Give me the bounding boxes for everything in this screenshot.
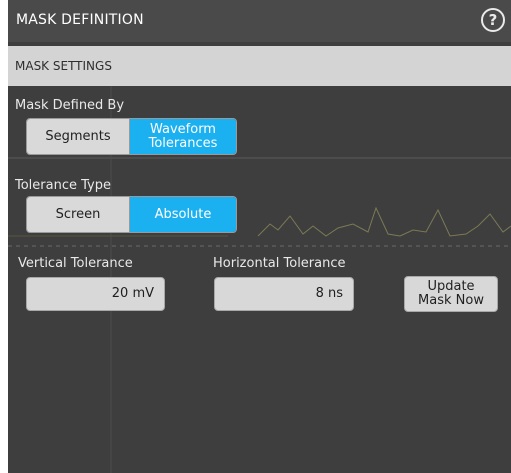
section-header: MASK SETTINGS [8,46,511,86]
mask-definition-panel: MASK DEFINITION ? MASK SETTINGS Mask Def… [8,0,511,473]
title-bar: MASK DEFINITION ? [8,0,511,42]
update-mask-now-button[interactable]: Update Mask Now [404,276,498,312]
mask-defined-by-selector: Segments Waveform Tolerances [26,118,237,155]
tolerance-type-selector: Screen Absolute [26,196,237,233]
panel-title: MASK DEFINITION [16,12,144,28]
vertical-tolerance-label: Vertical Tolerance [18,256,133,271]
segments-option[interactable]: Segments [27,119,130,154]
tolerance-type-label: Tolerance Type [15,178,111,193]
section-title: MASK SETTINGS [15,59,112,73]
horizontal-tolerance-label: Horizontal Tolerance [213,256,346,271]
screen-option[interactable]: Screen [27,197,130,232]
horizontal-tolerance-field[interactable]: 8 ns [214,277,354,311]
absolute-option[interactable]: Absolute [130,197,236,232]
mask-defined-by-label: Mask Defined By [15,98,125,113]
update-mask-now-label: Update Mask Now [418,279,484,308]
vertical-tolerance-field[interactable]: 20 mV [26,277,165,311]
help-icon[interactable]: ? [481,8,505,32]
waveform-tolerances-option[interactable]: Waveform Tolerances [130,119,236,154]
